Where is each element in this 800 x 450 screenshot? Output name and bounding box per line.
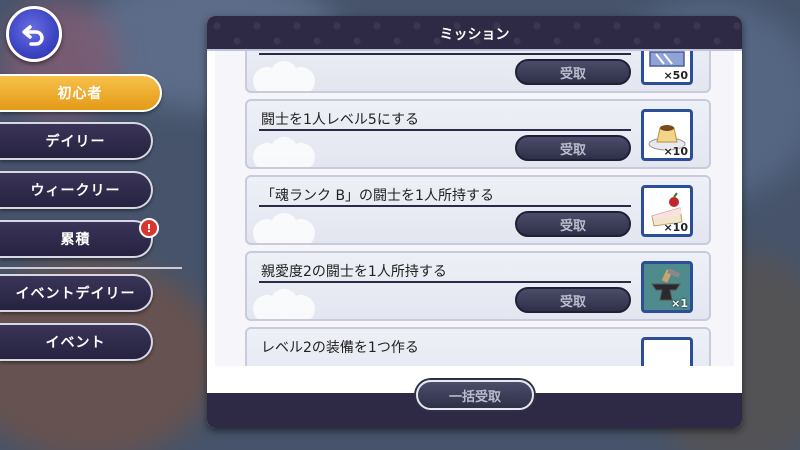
sidebar-item-label: 累積 [60, 232, 91, 248]
sidebar-item-label: ウィークリー [30, 183, 121, 199]
sidebar-item-label: イベントデイリー [15, 286, 136, 302]
reward-slot[interactable]: ×1 [641, 261, 693, 313]
mission-divider [259, 129, 631, 131]
claim-button[interactable]: 受取 [515, 287, 631, 313]
sidebar-item-daily[interactable]: デイリー [0, 122, 153, 160]
mission-title: 親愛度2の闘士を1人所持する [261, 264, 447, 280]
mission-divider [259, 205, 631, 207]
sidebar-item-beginner[interactable]: 初心者 [0, 74, 162, 112]
mission-title: レベル2の装備を1つ作る [261, 340, 419, 356]
sidebar-item-event[interactable]: イベント [0, 323, 153, 361]
reward-slot[interactable]: ×50 [641, 51, 693, 85]
sidebar-item-label: デイリー [45, 134, 106, 150]
bulk-claim-button[interactable]: 一括受取 [416, 380, 534, 410]
mission-divider [259, 53, 631, 55]
reward-slot[interactable]: ×10 [641, 185, 693, 237]
mission-list[interactable]: 受取 ×50 闘士を1人レベル5にする 受取 ×10 「魂ランク B」の闘士を1… [215, 51, 734, 366]
mission-item: レベル2の装備を1つ作る [245, 327, 711, 366]
panel-title: ミッション [439, 26, 510, 43]
mission-panel: ミッション 受取 ×50 闘士を1人レベル5にする 受取 ×10 「魂ランク B… [207, 16, 742, 428]
panel-body: 受取 ×50 闘士を1人レベル5にする 受取 ×10 「魂ランク B」の闘士を1… [215, 51, 734, 393]
mission-title: 「魂ランク B」の闘士を1人所持する [261, 188, 494, 204]
mission-title: 闘士を1人レベル5にする [261, 112, 419, 128]
sidebar-divider [0, 267, 182, 269]
claim-button[interactable]: 受取 [515, 135, 631, 161]
reward-quantity: ×10 [663, 221, 688, 234]
claim-button[interactable]: 受取 [515, 211, 631, 237]
reward-quantity: ×50 [663, 69, 688, 82]
sidebar-item-event-daily[interactable]: イベントデイリー [0, 274, 153, 312]
mission-item: 「魂ランク B」の闘士を1人所持する 受取 ×10 [245, 175, 711, 245]
reward-slot[interactable]: ×10 [641, 109, 693, 161]
claim-button[interactable]: 受取 [515, 59, 631, 85]
mission-item: 親愛度2の闘士を1人所持する 受取 ×1 [245, 251, 711, 321]
bulk-claim-label: 一括受取 [448, 389, 501, 405]
mission-item: 闘士を1人レベル5にする 受取 ×10 [245, 99, 711, 169]
reward-slot[interactable] [641, 337, 693, 366]
mission-item: 受取 ×50 [245, 51, 711, 93]
flower-watermark-icon [253, 61, 315, 91]
alert-badge-icon: ! [139, 218, 159, 238]
reward-quantity: ×10 [663, 145, 688, 158]
back-arrow-icon [22, 25, 44, 46]
back-button[interactable] [6, 6, 62, 62]
sidebar-item-label: イベント [45, 335, 106, 351]
reward-quantity: ×1 [671, 297, 688, 310]
mission-divider [259, 281, 631, 283]
sidebar-item-cumulative[interactable]: 累積 [0, 220, 153, 258]
sidebar-item-label: 初心者 [57, 86, 103, 102]
sidebar-item-weekly[interactable]: ウィークリー [0, 171, 153, 209]
panel-header: ミッション [207, 16, 742, 51]
